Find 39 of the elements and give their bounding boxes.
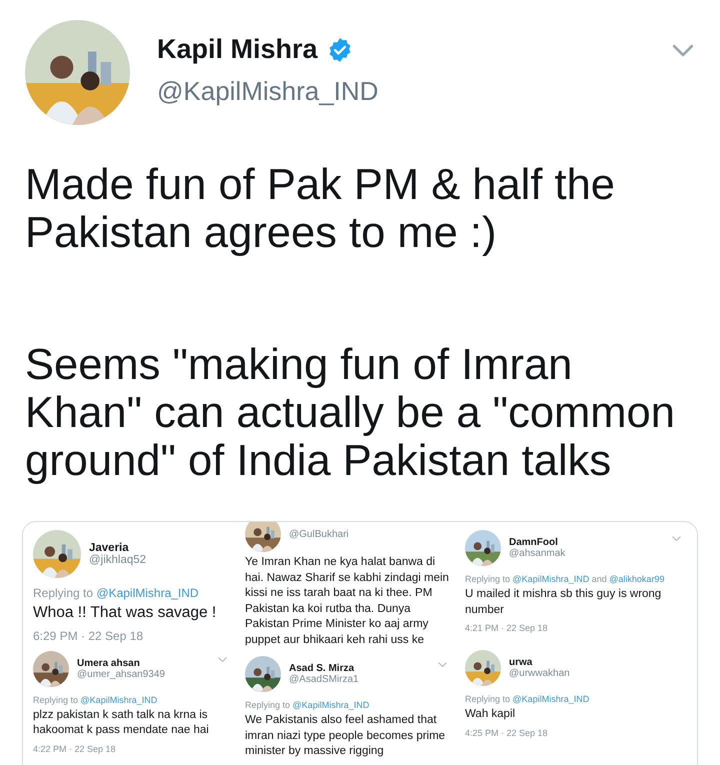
user-handle: @GulBukhari — [289, 528, 349, 540]
tweet-text: Made fun of Pak PM & half the Pakistan agrees to me :) Seems "making fun of Imran Khan" can actually be a "common ground" of India Pakistan talks — [25, 161, 676, 485]
tweet-text: plzz pakistan k sath talk na krna is hakoomat k pass mendate nae hai — [33, 708, 210, 738]
author-handle: @KapilMishra_IND — [157, 76, 378, 107]
user-handle: @jikhlaq52 — [89, 554, 146, 566]
user-handle: @AsadSMirza1 — [289, 674, 359, 686]
reply-line: Replying to @KapilMishra_IND — [465, 694, 590, 704]
chevron-down-icon[interactable] — [672, 44, 694, 58]
mention-link[interactable]: @KapilMishra_IND — [292, 700, 370, 710]
tweet-text: Whoa !! That was savage ! — [33, 603, 218, 623]
user-name: Umera ahsan — [77, 658, 141, 669]
user-handle: @urwwakhan — [509, 668, 570, 679]
user-name: urwa — [509, 657, 534, 668]
mention-link[interactable]: @alikhokar99 — [609, 574, 664, 584]
tweet-text: Wah kapil — [465, 707, 516, 722]
chevron-down-icon[interactable] — [438, 662, 447, 668]
reply-line: Replying to @KapilMishra_IND — [33, 694, 158, 705]
timestamp: 4:25 PM · 22 Sep 18 — [465, 728, 549, 738]
timestamp: 4:21 PM · 22 Sep 18 — [465, 623, 549, 634]
chevron-down-icon[interactable] — [672, 536, 681, 542]
reply-line: Replying to @KapilMishra_IND — [33, 586, 200, 600]
user-handle: @ahsanmak — [509, 548, 566, 559]
mention-link[interactable]: @KapilMishra_IND — [512, 694, 590, 704]
author-name: Kapil Mishra — [157, 34, 318, 65]
user-name: DamnFool — [509, 537, 559, 548]
mention-link[interactable]: @KapilMishra_IND — [96, 586, 199, 600]
mention-link[interactable]: @KapilMishra_IND — [80, 694, 158, 705]
mention-link[interactable]: @KapilMishra_IND — [512, 574, 590, 584]
timestamp: 6:29 PM · 22 Sep 18 — [33, 628, 144, 643]
reply-line: Replying to @KapilMishra_IND and @alikhokar99 — [465, 574, 666, 584]
user-handle: @umer_ahsan9349 — [77, 668, 165, 680]
tweet-text: U mailed it mishra sb this guy is wrong number — [465, 587, 662, 618]
timestamp: 4:22 PM · 22 Sep 18 — [33, 744, 117, 754]
user-name: Asad S. Mirza — [289, 663, 356, 674]
user-name: Javeria — [89, 542, 130, 554]
reply-line: Replying to @KapilMishra_IND — [245, 700, 370, 710]
tweet-text: We Pakistanis also feel ashamed that imran niazi type people becomes prime minister by massive rigging — [245, 713, 446, 760]
tweet-text: Ye Imran Khan ne kya halat banwa di hai. Nawaz Sharif se kabhi zindagi mein kissi ne iss tarah baat na ki thee. PM Pakistan ka koi rutba tha. Dunya Pakistan Prime Minister ko aaj army puppet aur bhikaari keh rahi uss ke — [245, 555, 450, 648]
chevron-down-icon[interactable] — [218, 656, 227, 662]
